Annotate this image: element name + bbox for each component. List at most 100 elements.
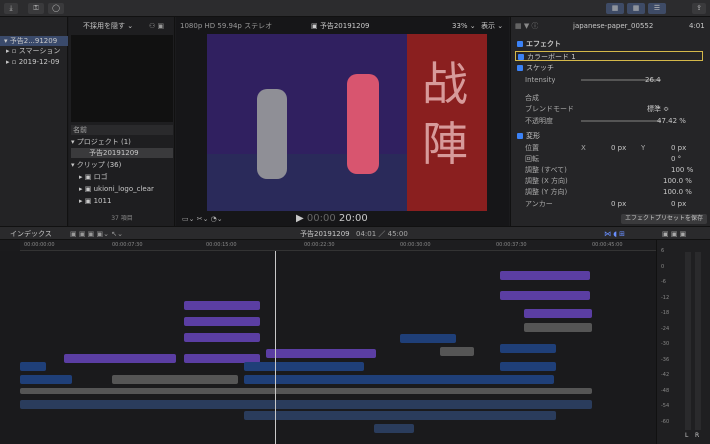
circle-icon[interactable]: ◯ (48, 3, 64, 14)
video-clip[interactable] (400, 334, 456, 343)
intensity-label: Intensity (525, 76, 556, 84)
video-clip[interactable] (440, 347, 474, 356)
audio-clip[interactable] (244, 411, 556, 420)
browser-controls-icon[interactable]: ⚇ ▣ (149, 21, 164, 31)
video-clip[interactable] (244, 375, 554, 384)
meter-label: -6 (661, 279, 666, 285)
video-clip[interactable] (500, 344, 556, 353)
effects-header-label: エフェクト (526, 40, 561, 48)
clip-item-label: ukioni_logo_clear (93, 185, 154, 193)
title-clip[interactable] (266, 349, 376, 358)
scale-y-value[interactable]: 100.0 % (663, 187, 692, 197)
scale-x-label: 調整 (X 方向) (525, 177, 568, 185)
video-clip[interactable] (20, 375, 72, 384)
effects-header[interactable]: エフェクト (517, 39, 561, 49)
play-timecode[interactable]: ▶ 00:00 20:00 (296, 213, 368, 225)
video-clip[interactable] (524, 323, 592, 332)
video-clip[interactable] (244, 362, 364, 371)
meter-label: -48 (661, 387, 670, 394)
rotation-label: 回転 (525, 155, 539, 163)
skimming-icons[interactable]: ⋈ ◖ ⊞ (604, 229, 625, 239)
title-clip[interactable] (500, 291, 590, 300)
zoom-label: 33% (452, 22, 468, 30)
rotation-value[interactable]: 0 ° (671, 154, 681, 164)
sketch-label: スケッチ (526, 64, 554, 72)
library-item[interactable]: ▾ 予告2...91209 (0, 36, 68, 46)
save-preset-button[interactable]: エフェクトプリセットを保存 (621, 214, 707, 224)
title-clip[interactable] (184, 317, 260, 326)
position-x-value[interactable]: 0 px (611, 143, 626, 153)
meter-label: -36 (661, 356, 670, 363)
project-group[interactable]: ▾ プロジェクト (1) (71, 137, 131, 147)
scale-x-value[interactable]: 100.0 % (663, 176, 692, 186)
edit-tools[interactable]: ▣ ▣ ▣ ▣⌄ ↖⌄ (70, 229, 123, 239)
anchor-x-value[interactable]: 0 px (611, 199, 626, 209)
timeline-ruler[interactable]: 00:00:00:00 00:00:07:30 00:00:15:00 00:0… (20, 240, 656, 251)
layout-bottom-icon[interactable]: ▦ (627, 3, 645, 14)
import-icon[interactable]: ⤓ (4, 3, 18, 14)
video-clip[interactable] (500, 362, 556, 371)
project-item[interactable]: 予告20191209 (71, 148, 173, 158)
ruler-tick: 00:00:22:30 (304, 242, 335, 248)
video-frame: 战陣 (207, 34, 487, 211)
layout-left-icon[interactable]: ▦ (606, 3, 624, 14)
opacity-value[interactable]: 47.42 % (657, 116, 686, 126)
title-clip[interactable] (500, 271, 590, 280)
clip-item-label: ロゴ (93, 173, 108, 181)
anchor-y-value[interactable]: 0 px (671, 199, 686, 209)
performer-figure (347, 74, 379, 174)
clips-group[interactable]: ▾ クリップ (36) (71, 160, 121, 170)
zoom-dropdown[interactable]: 33% ⌄ (452, 21, 476, 31)
scale-all-value[interactable]: 100 % (671, 165, 693, 175)
timecode: 20:00 (338, 213, 368, 224)
calligraphy-image: 战陣 (422, 57, 468, 171)
audio-clip[interactable] (20, 400, 592, 409)
opacity-slider[interactable] (581, 120, 661, 122)
library-name: 予告2...91209 (9, 37, 58, 45)
primary-storyline[interactable] (20, 388, 592, 394)
layout-right-icon[interactable]: ☰ (648, 3, 666, 14)
title-clip[interactable] (184, 301, 260, 310)
library-item[interactable]: ▸ ▫ 2019-12-09 (0, 57, 59, 67)
title-clip[interactable] (184, 333, 260, 342)
inspector-tabs[interactable]: ▦ ▼ ⓘ (515, 21, 538, 31)
sketch-row[interactable]: スケッチ (517, 63, 554, 73)
index-button[interactable]: インデックス (10, 229, 52, 239)
column-header: 名前 (71, 125, 173, 135)
timeline-view-icons[interactable]: ▣ ▣ ▣ (662, 229, 686, 239)
item-count: 37 項目 (111, 215, 133, 222)
title-clip[interactable] (64, 354, 176, 363)
view-dropdown[interactable]: 表示 ⌄ (481, 21, 503, 31)
playhead[interactable] (275, 251, 276, 444)
intensity-value[interactable]: 26.4 (645, 75, 661, 85)
color-board-label: カラーボード 1 (527, 53, 576, 61)
composite-header: 合成 (525, 94, 539, 102)
viewer-title: ▣ 予告20191209 (311, 22, 370, 30)
key-icon[interactable]: ⚿ (28, 3, 44, 14)
meter-right-label: R (695, 432, 700, 439)
viewer-tools[interactable]: ▭⌄ ✂⌄ ◔⌄ (182, 214, 223, 224)
inspector-clip-name: japanese-paper_00552 (573, 22, 654, 30)
library-item[interactable]: ▸ ▫ スマーション (0, 46, 60, 56)
clip-item[interactable]: ▸ ▣ 1011 (79, 196, 111, 206)
ruler-tick: 00:00:45:00 (592, 242, 623, 248)
transform-row[interactable]: 変形 (517, 131, 540, 141)
video-clip[interactable] (20, 362, 46, 371)
clip-item-label: 1011 (93, 197, 112, 205)
timeline-toolbar: インデックス ▣ ▣ ▣ ▣⌄ ↖⌄ 予告20191209 04:01 ／ 45… (0, 226, 710, 240)
video-clip[interactable] (112, 375, 238, 384)
position-y-value[interactable]: 0 px (671, 143, 686, 153)
share-icon[interactable]: ⇪ (692, 3, 706, 14)
event-name: 2019-12-09 (18, 58, 60, 66)
meter-scale: 6 0 -6 -12 -18 -24 -30 -36 -42 -48 -54 -… (661, 244, 681, 430)
viewer-title-text: 予告20191209 (319, 22, 370, 30)
clips-group-label: クリップ (76, 161, 105, 169)
clip-item[interactable]: ▸ ▣ ロゴ (79, 172, 108, 182)
title-clip[interactable] (524, 309, 592, 318)
blend-mode-dropdown[interactable]: 標準 ≎ (647, 104, 669, 114)
clip-item[interactable]: ▸ ▣ ukioni_logo_clear (79, 184, 154, 194)
color-board-row[interactable]: カラーボード 1 (515, 51, 703, 61)
filter-dropdown[interactable]: 不採用を隠す ⌄ (83, 21, 133, 31)
meter-label: -30 (661, 341, 670, 347)
audio-clip[interactable] (374, 424, 414, 433)
